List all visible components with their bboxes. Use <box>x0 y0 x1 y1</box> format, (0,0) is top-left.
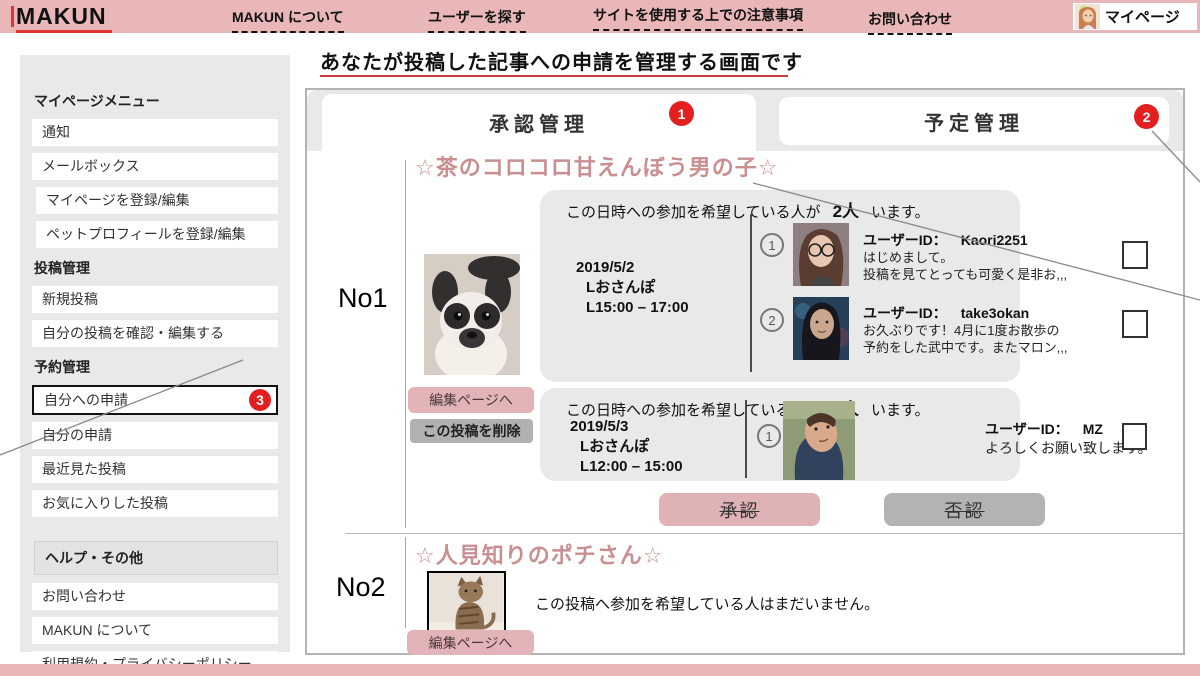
applicant2-photo <box>793 297 849 360</box>
slot2-date: 2019/5/3 <box>570 417 683 437</box>
slot1-activity: Lおさんぽ <box>576 278 689 298</box>
applicant3-photo <box>783 401 855 480</box>
nav-find-users[interactable]: ユーザーを探す <box>428 7 526 33</box>
sidebar-header-reservation-management: 予約管理 <box>34 357 278 377</box>
annotation-badge-3: 3 <box>249 389 271 411</box>
tab-approval-management[interactable]: 承認管理 <box>322 94 756 151</box>
sidebar-item-edit-pet-profile[interactable]: ペットプロフィールを登録/編集 <box>36 221 278 248</box>
post2-edit-page-button[interactable]: 編集ページへ <box>407 630 534 655</box>
slot2-header-suffix: います。 <box>871 399 930 420</box>
logo-text: MAKUN <box>16 3 112 30</box>
post2-number: No2 <box>336 572 386 603</box>
applicant2-userid-label: ユーザーID： <box>863 305 947 321</box>
dog-photo <box>424 254 520 375</box>
tab-schedule-management[interactable]: 予定管理 <box>779 97 1169 145</box>
nav-about[interactable]: MAKUN について <box>232 7 344 33</box>
sidebar-item-notifications[interactable]: 通知 <box>32 119 278 146</box>
slot2-vertical-divider <box>745 400 747 478</box>
applicant2-number: 2 <box>760 308 784 332</box>
applicant2-userid-value: take3okan <box>961 305 1029 321</box>
slot1-datetime: 2019/5/2 Lおさんぽ L15:00 – 17:00 <box>576 258 689 318</box>
mypage-label: マイページ <box>1105 6 1180 27</box>
slot1-vertical-divider <box>750 214 752 372</box>
sidebar-menu: マイページメニュー 通知 メールボックス マイページを登録/編集 ペットプロフィ… <box>20 55 290 652</box>
applicant3-userid: ユーザーID： MZ <box>985 419 1103 439</box>
page-title-underline <box>320 75 788 77</box>
sidebar-item-about-makun[interactable]: MAKUN について <box>32 617 278 644</box>
sidebar-item-recently-viewed[interactable]: 最近見た投稿 <box>32 456 278 483</box>
nav-contact[interactable]: お問い合わせ <box>868 9 952 35</box>
annotation-badge-1: 1 <box>669 101 694 126</box>
applicant2-checkbox[interactable] <box>1122 310 1148 338</box>
sidebar-item-mailbox[interactable]: メールボックス <box>32 153 278 180</box>
applicant1-userid-label: ユーザーID： <box>863 232 947 248</box>
post1-divider-line <box>405 160 406 528</box>
slot1-header: この日時への参加を希望している人が 2人 います。 <box>566 197 930 222</box>
applicant1-checkbox[interactable] <box>1122 241 1148 269</box>
slot1-date: 2019/5/2 <box>576 258 689 278</box>
slot2-activity: Lおさんぽ <box>570 437 683 457</box>
post1-title: ☆茶のコロコロ甘えんぼう男の子☆ <box>415 150 778 182</box>
applicant3-userid-value: MZ <box>1083 421 1103 437</box>
post1-edit-page-button[interactable]: 編集ページへ <box>408 387 534 413</box>
deny-button[interactable]: 否認 <box>884 493 1045 526</box>
tab-schedule-label: 予定管理 <box>924 107 1024 136</box>
applicant1-message: はじめまして。 投稿を見てとっても可愛く是非お,,, <box>863 250 1067 283</box>
top-navbar: MAKUN MAKUN について ユーザーを探す サイトを使用する上での注意事項… <box>0 0 1200 33</box>
footer-bar <box>0 664 1200 676</box>
applicant1-number: 1 <box>760 233 784 257</box>
page-title: あなたが投稿した記事への申請を管理する画面です <box>320 46 803 75</box>
post2-empty-message: この投稿へ参加を希望している人はまだいません。 <box>535 593 879 614</box>
sidebar-header-help-others: ヘルプ・その他 <box>34 541 278 575</box>
applicant2-message: お久ぶりです！4月に1度お散歩の 予約をした武中です。またマロン,,, <box>863 323 1068 356</box>
applicant1-userid: ユーザーID： Kaori2251 <box>863 230 1028 250</box>
sidebar-item-favorited-posts[interactable]: お気に入りした投稿 <box>32 490 278 517</box>
sidebar-item-edit-mypage[interactable]: マイページを登録/編集 <box>36 187 278 214</box>
sidebar-header-post-management: 投稿管理 <box>34 258 278 278</box>
slot1-header-suffix: います。 <box>871 201 930 222</box>
approve-button[interactable]: 承認 <box>659 493 820 526</box>
logo-underline <box>16 30 112 33</box>
mypage-button[interactable]: マイページ <box>1073 3 1197 30</box>
sidebar-item-requests-to-me[interactable]: 自分への申請 3 <box>32 385 278 415</box>
nav-site-notes[interactable]: サイトを使用する上での注意事項 <box>593 5 803 31</box>
post1-delete-button[interactable]: この投稿を削除 <box>410 419 533 443</box>
app-screen: MAKUN MAKUN について ユーザーを探す サイトを使用する上での注意事項… <box>0 0 1200 676</box>
user-avatar-photo <box>1075 4 1100 29</box>
applicant1-photo <box>793 223 849 286</box>
applicant3-userid-label: ユーザーID： <box>985 421 1069 437</box>
applicant1-userid-value: Kaori2251 <box>961 232 1028 248</box>
slot1-header-prefix: この日時への参加を希望している人が <box>566 201 821 222</box>
sidebar-item-contact[interactable]: お問い合わせ <box>32 583 278 610</box>
slot2-time: L12:00 – 15:00 <box>570 457 683 477</box>
sidebar-item-new-post[interactable]: 新規投稿 <box>32 286 278 313</box>
tab-approval-label: 承認管理 <box>489 108 589 137</box>
applicant3-checkbox[interactable] <box>1122 423 1147 450</box>
applicant2-userid: ユーザーID： take3okan <box>863 303 1029 323</box>
slot1-time: L15:00 – 17:00 <box>576 298 689 318</box>
post2-title: ☆人見知りのポチさん☆ <box>415 538 663 570</box>
sidebar-item-check-edit-posts[interactable]: 自分の投稿を確認・編集する <box>32 320 278 347</box>
sidebar-item-label: 自分への申請 <box>44 392 128 408</box>
sidebar-item-my-requests[interactable]: 自分の申請 <box>32 422 278 449</box>
slot2-datetime: 2019/5/3 Lおさんぽ L12:00 – 15:00 <box>570 417 683 477</box>
brand-logo[interactable]: MAKUN <box>16 3 112 33</box>
annotation-badge-2: 2 <box>1134 104 1159 129</box>
post1-number: No1 <box>338 283 388 314</box>
post2-divider-line <box>405 537 406 628</box>
sidebar-header-mypage-menu: マイページメニュー <box>34 91 278 111</box>
slot1-applicant-count: 2人 <box>833 197 859 222</box>
logo-accent-tick <box>11 6 14 27</box>
post-separator-line <box>345 533 1183 534</box>
applicant3-number: 1 <box>757 424 781 448</box>
